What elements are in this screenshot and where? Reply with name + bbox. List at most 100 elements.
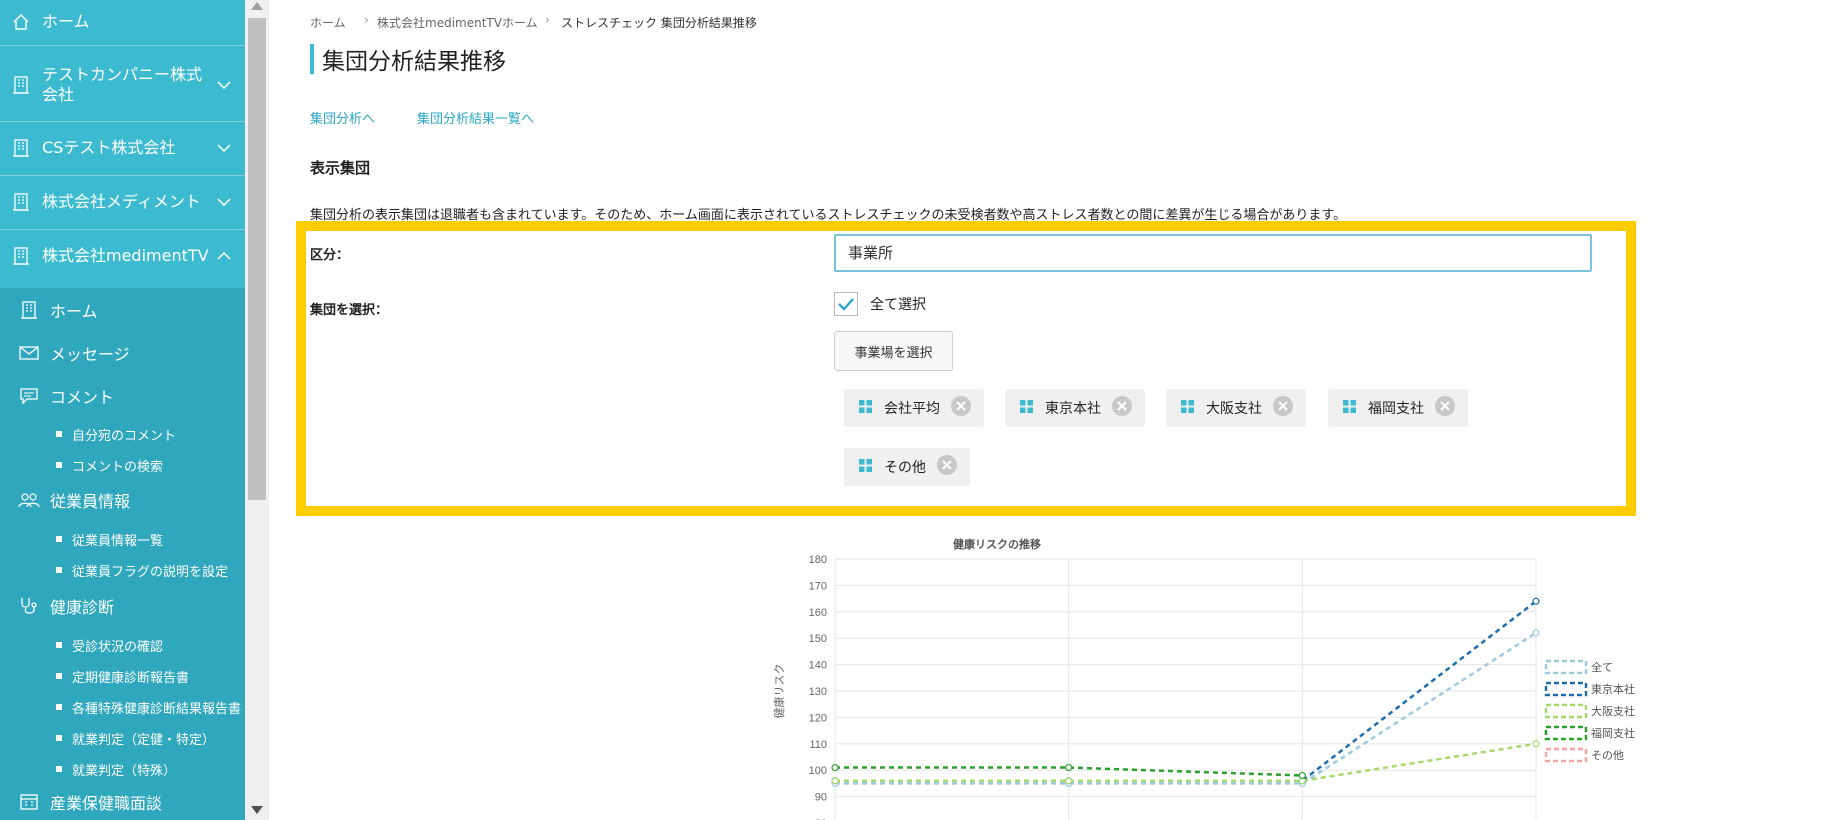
data-point — [1532, 597, 1540, 605]
sidebar-leaf-checkup-status[interactable]: 受診状況の確認 — [0, 634, 245, 656]
app: ホーム テストカンパニー株式会社 CSテスト株式会社 株式会社メディメント 株式… — [0, 0, 1829, 820]
kubun-select[interactable]: 事業所 — [834, 234, 1592, 272]
y-tick-label: 110 — [809, 739, 827, 751]
breadcrumb-separator-icon: › — [364, 13, 369, 27]
sidebar-item-sub-home[interactable]: ホーム — [0, 296, 245, 324]
title-accent-bar — [310, 44, 314, 74]
legend-swatch — [1544, 659, 1588, 675]
sidebar-item-interview[interactable]: 産業保健職面談 — [0, 788, 245, 816]
kubun-label: 区分： — [310, 248, 350, 263]
building-icon — [10, 137, 32, 159]
sidebar-item-label: コメント — [50, 388, 115, 407]
y-tick-label: 180 — [809, 554, 827, 566]
bullet-icon — [56, 431, 62, 437]
select-site-button[interactable]: 事業場を選択 — [834, 331, 953, 371]
sidebar-submenu: ホーム メッセージ コメント 自分宛のコメント コメントの検索 従業員情報 従業… — [0, 288, 245, 820]
remove-tag-icon[interactable] — [1434, 395, 1456, 421]
sidebar-leaf-employee-list[interactable]: 従業員情報一覧 — [0, 528, 245, 550]
y-axis-label: 健康リスク — [772, 664, 786, 719]
sidebar-leaf-label: 就業判定（定健・特定） — [72, 732, 216, 748]
select-all-label[interactable]: 全て選択 — [870, 294, 926, 314]
data-point — [1532, 629, 1540, 637]
group-analysis-list-link[interactable]: 集団分析結果一覧へ — [417, 108, 534, 127]
sidebar-item-cstest[interactable]: CSテスト株式会社 — [0, 134, 245, 162]
bullet-icon — [56, 642, 62, 648]
breadcrumb-company[interactable]: 株式会社medimentTVホーム — [377, 14, 538, 31]
tag-other: その他 — [844, 448, 970, 486]
scroll-up-arrow-icon[interactable] — [251, 2, 263, 10]
scrollbar-thumb[interactable] — [248, 18, 266, 500]
sidebar-item-label: 健康診断 — [50, 598, 115, 617]
data-point — [1065, 763, 1073, 772]
legend-label: 東京本社 — [1591, 682, 1635, 696]
bullet-icon — [56, 735, 62, 741]
section-title: 表示集団 — [310, 159, 371, 177]
sidebar-leaf-label: 従業員フラグの説明を設定 — [72, 564, 229, 580]
sidebar-item-medimenttv[interactable]: 株式会社medimentTV — [0, 242, 245, 270]
sidebar-leaf-special-report[interactable]: 各種特殊健康診断結果報告書 — [0, 696, 245, 718]
legend-label: その他 — [1591, 749, 1624, 762]
breadcrumb-current: ストレスチェック 集団分析結果推移 — [561, 16, 757, 30]
sidebar-item-label: 産業保健職面談 — [50, 794, 163, 813]
grid-icon — [859, 399, 872, 417]
group-select-label: 集団を選択： — [310, 303, 389, 318]
data-point — [1532, 740, 1540, 748]
sidebar-leaf-comment-search[interactable]: コメントの検索 — [0, 454, 245, 476]
bullet-icon — [56, 673, 62, 679]
sidebar-item-label: ホーム — [42, 12, 90, 31]
sidebar-item-label: 株式会社medimentTV — [42, 246, 209, 265]
sidebar-leaf-label: コメントの検索 — [72, 459, 164, 475]
sidebar-leaf-employee-flags[interactable]: 従業員フラグの説明を設定 — [0, 559, 245, 581]
sidebar-scrollbar[interactable] — [245, 0, 269, 820]
breadcrumb-separator-icon: › — [545, 13, 550, 27]
sidebar-item-checkup[interactable]: 健康診断 — [0, 592, 245, 620]
bullet-icon — [56, 766, 62, 772]
remove-tag-icon[interactable] — [936, 454, 958, 480]
series-line — [835, 742, 1537, 783]
remove-tag-icon[interactable] — [1272, 395, 1294, 421]
sidebar-leaf-my-comments[interactable]: 自分宛のコメント — [0, 423, 245, 445]
sidebar-leaf-work-judgment[interactable]: 就業判定（定健・特定） — [0, 727, 245, 749]
health-risk-chart: 健康リスクの推移8090100110120130140150160170180健… — [772, 537, 1635, 820]
sidebar-leaf-work-judgment-special[interactable]: 就業判定（特殊） — [0, 758, 245, 780]
tag-label: 会社平均 — [884, 401, 940, 417]
sidebar: ホーム テストカンパニー株式会社 CSテスト株式会社 株式会社メディメント 株式… — [0, 0, 245, 820]
building-icon — [10, 74, 32, 96]
remove-tag-icon[interactable] — [950, 395, 972, 421]
y-tick-label: 90 — [815, 792, 827, 804]
select-all-checkbox[interactable] — [834, 292, 858, 316]
grid-icon — [1343, 399, 1356, 417]
home-icon — [10, 11, 32, 33]
data-point — [1298, 771, 1306, 780]
tag-label: 大阪支社 — [1206, 401, 1262, 417]
y-tick-label: 140 — [809, 660, 827, 672]
tag-label: その他 — [884, 460, 926, 476]
sidebar-leaf-label: 各種特殊健康診断結果報告書 — [72, 701, 242, 717]
sidebar-item-label: CSテスト株式会社 — [42, 138, 176, 157]
legend-swatch — [1544, 703, 1588, 719]
divider — [0, 175, 245, 176]
comment-icon — [18, 385, 40, 407]
legend-label: 大阪支社 — [1591, 704, 1635, 718]
sidebar-item-messages[interactable]: メッセージ — [0, 339, 245, 367]
sidebar-item-comments[interactable]: コメント — [0, 382, 245, 410]
mail-icon — [18, 342, 40, 364]
sidebar-leaf-periodic-report[interactable]: 定期健康診断報告書 — [0, 665, 245, 687]
tag-company-average: 会社平均 — [844, 389, 984, 427]
data-point — [831, 777, 839, 785]
scroll-down-arrow-icon[interactable] — [251, 806, 263, 814]
sidebar-item-label: 株式会社メディメント — [42, 192, 201, 211]
sidebar-item-mediment[interactable]: 株式会社メディメント — [0, 188, 245, 216]
sidebar-item-home[interactable]: ホーム — [0, 8, 245, 36]
sidebar-leaf-label: 従業員情報一覧 — [72, 533, 164, 549]
y-tick-label: 160 — [809, 607, 827, 619]
grid-icon — [1181, 399, 1194, 417]
sidebar-leaf-label: 定期健康診断報告書 — [72, 670, 190, 686]
sidebar-leaf-label: 受診状況の確認 — [72, 639, 164, 655]
remove-tag-icon[interactable] — [1111, 395, 1133, 421]
breadcrumb-home[interactable]: ホーム — [310, 14, 346, 31]
sidebar-item-testcompany[interactable]: テストカンパニー株式会社 — [0, 62, 245, 108]
building-icon — [10, 245, 32, 267]
group-analysis-link[interactable]: 集団分析へ — [310, 108, 375, 127]
sidebar-item-employees[interactable]: 従業員情報 — [0, 486, 245, 514]
